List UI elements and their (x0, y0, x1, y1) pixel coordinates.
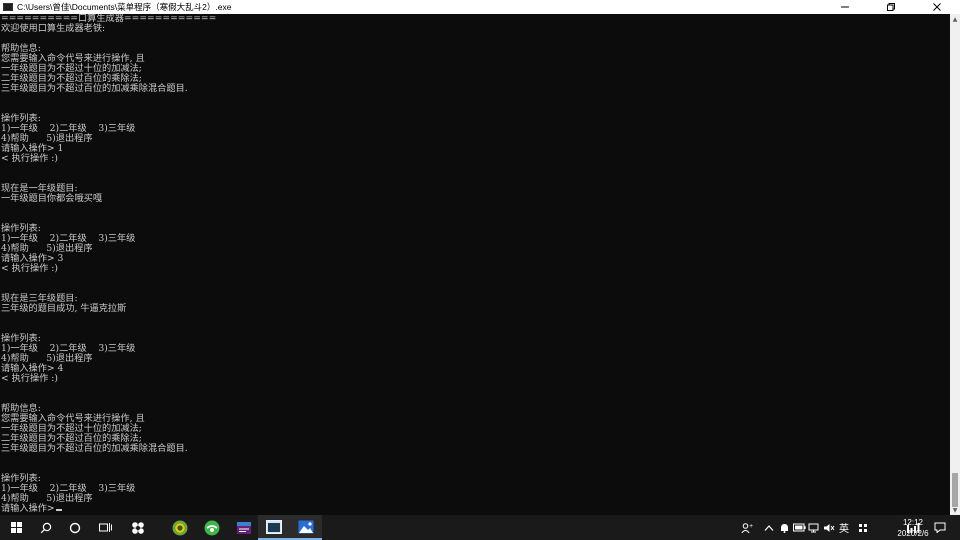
console-output[interactable]: ==========口算生成器============ 欢迎使用口算生成器老铁:… (0, 14, 950, 515)
cortana-icon (69, 522, 81, 533)
restore-button[interactable] (868, 0, 914, 14)
taskbar-visual-studio[interactable] (228, 515, 260, 540)
text-cursor (55, 509, 62, 511)
bar-chart-icon (907, 522, 920, 533)
minimize-button[interactable] (822, 0, 868, 14)
console-line: < 执行操作 :) (1, 373, 58, 384)
action-center-button[interactable] (930, 515, 950, 540)
tray-battery[interactable] (792, 515, 806, 540)
window-title: C:\Users\曾佳\Documents\菜单程序（寒假大乱斗2）.exe (17, 2, 232, 12)
chevron-up-icon (764, 524, 774, 531)
window-controls (822, 0, 960, 14)
cloud-icon (780, 523, 788, 533)
console-line: 三年级的题目成功, 牛逼克拉斯 (1, 303, 127, 314)
tray-people[interactable]: + (738, 515, 756, 540)
tray-overflow-chevron[interactable] (762, 515, 776, 540)
console-line: 三年级题目为不超过百位的加减乘除混合题目. (1, 443, 188, 454)
taskbar-browser-1[interactable] (164, 515, 196, 540)
windows-start-icon (10, 522, 22, 533)
search-button[interactable] (32, 515, 60, 540)
cortana-button[interactable] (60, 515, 90, 540)
photos-icon (298, 520, 314, 533)
app-grid-icon (859, 523, 867, 532)
task-view-button[interactable] (90, 515, 120, 540)
taskbar-browser-2[interactable] (196, 515, 228, 540)
scroll-down-arrow-icon[interactable]: ▼ (950, 505, 960, 515)
taskbar-console-window[interactable] (258, 515, 290, 540)
console-line: 欢迎使用口算生成器老铁: (1, 23, 106, 34)
tray-volume[interactable] (822, 515, 836, 540)
console-line: 请输入操作> (1, 503, 55, 514)
chrome-browser-icon (172, 520, 188, 535)
start-button[interactable] (0, 515, 32, 540)
close-icon (933, 3, 941, 11)
tray-chart-app[interactable] (904, 515, 922, 540)
network-icon (808, 523, 819, 532)
taskbar: + 英 12:12 2020/2/6 (0, 515, 960, 540)
volume-muted-icon (824, 523, 835, 532)
battery-icon (792, 523, 806, 532)
window-titlebar[interactable]: C:\Users\曾佳\Documents\菜单程序（寒假大乱斗2）.exe (0, 0, 960, 14)
notification-icon (934, 522, 946, 533)
tray-network[interactable] (807, 515, 821, 540)
minimize-icon (841, 6, 849, 8)
taskbar-photos[interactable] (290, 515, 322, 540)
ime-indicator[interactable]: 英 (837, 515, 851, 540)
console-line: 一年级题目你都会哦买嘎 (1, 193, 103, 204)
taskbar-app-1[interactable] (122, 515, 154, 540)
console-line: < 执行操作 :) (1, 263, 58, 274)
visual-studio-icon (237, 521, 251, 534)
console-line: 三年级题目为不超过百位的加减乘除混合题目. (1, 83, 188, 94)
task-view-icon (98, 523, 112, 532)
scroll-thumb[interactable] (952, 473, 958, 507)
vertical-scrollbar[interactable]: ▲ ▼ (950, 14, 960, 515)
console-line: < 执行操作 :) (1, 153, 58, 164)
people-icon: + (741, 522, 753, 533)
restore-icon (887, 3, 895, 11)
console-window-icon (266, 519, 282, 534)
console-text: ==========口算生成器============ 欢迎使用口算生成器老铁:… (0, 14, 950, 514)
green-browser-icon (204, 520, 220, 535)
app-icon (132, 521, 144, 534)
close-button[interactable] (914, 0, 960, 14)
console-app-icon (3, 3, 13, 11)
search-icon (40, 522, 52, 533)
scroll-up-arrow-icon[interactable]: ▲ (950, 14, 960, 24)
tray-app-grid[interactable] (856, 515, 870, 540)
tray-cloud[interactable] (777, 515, 791, 540)
svg-text:+: + (749, 523, 753, 529)
